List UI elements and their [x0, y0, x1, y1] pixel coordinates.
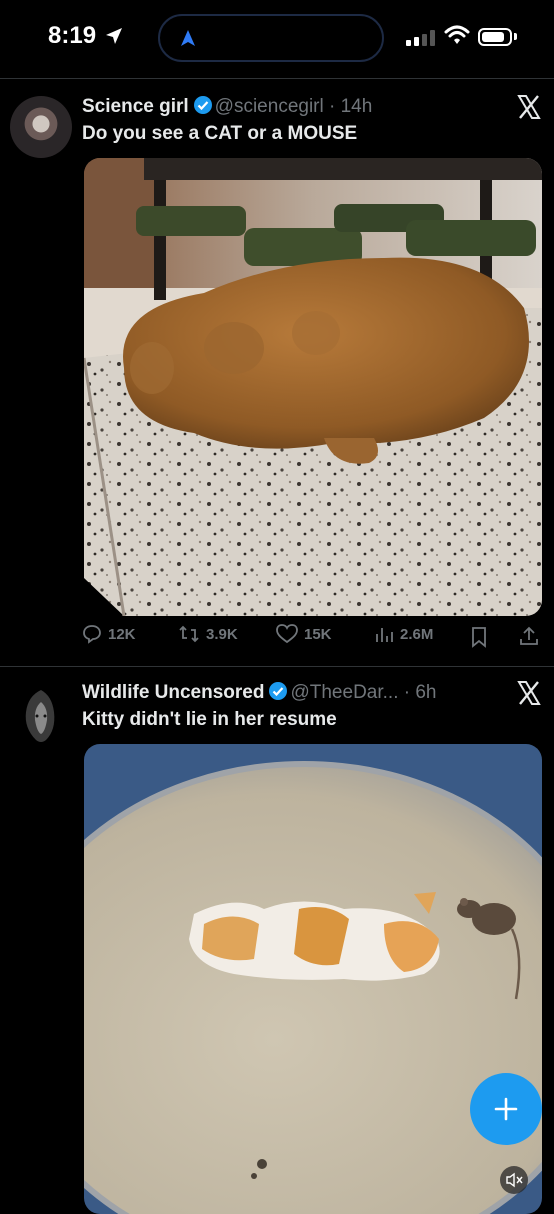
speaker-muted-icon	[506, 1172, 523, 1188]
tweet-header: Wildlife Uncensored @TheeDar... · 6h	[82, 681, 437, 704]
tweet-header: Science girl @sciencegirl · 14h	[82, 95, 372, 118]
share-icon[interactable]	[518, 625, 540, 647]
reply-icon	[83, 625, 101, 644]
reply-count: 12K	[108, 625, 136, 643]
location-arrow-icon	[106, 28, 122, 44]
repost-count: 3.9K	[206, 625, 238, 643]
status-bar: 8:19	[0, 0, 554, 78]
tweet-text: Kitty didn't lie in her resume	[82, 709, 337, 730]
tweet-text: Do you see a CAT or a MOUSE	[82, 123, 358, 144]
like-button[interactable]: 15K	[276, 624, 332, 644]
tweet-age: · 6h	[403, 682, 437, 703]
reply-button[interactable]: 12K	[82, 624, 136, 644]
views-count: 2.6M	[400, 625, 434, 643]
divider	[0, 666, 554, 667]
status-time: 8:19	[48, 22, 97, 49]
display-name[interactable]: Wildlife Uncensored	[82, 682, 264, 703]
tweet-age: · 14h	[329, 96, 373, 117]
wifi-icon	[444, 25, 470, 44]
handle[interactable]: @TheeDar...	[290, 682, 398, 703]
plus-icon	[494, 1097, 518, 1121]
handle[interactable]: @sciencegirl	[215, 96, 324, 117]
mute-button[interactable]	[500, 1166, 528, 1194]
close-icon[interactable]	[516, 680, 542, 706]
navigation-arrow-icon	[181, 30, 195, 46]
potato-photo	[84, 158, 542, 616]
bookmark-icon[interactable]	[470, 626, 488, 648]
views-button[interactable]: 2.6M	[374, 624, 433, 644]
close-icon[interactable]	[516, 94, 542, 120]
tweet-media-photo[interactable]	[84, 158, 542, 616]
tweet-actions: 12K 3.9K 15K 2.6M	[82, 624, 542, 652]
repost-button[interactable]: 3.9K	[178, 624, 238, 644]
repost-icon	[179, 625, 199, 643]
display-name[interactable]: Science girl	[82, 96, 189, 117]
verified-badge-icon	[269, 682, 288, 700]
compose-button[interactable]	[470, 1073, 542, 1145]
divider	[0, 78, 554, 79]
avatar[interactable]	[10, 96, 72, 158]
battery-icon	[478, 28, 512, 46]
avatar[interactable]	[10, 684, 72, 746]
verified-badge-icon	[193, 96, 212, 114]
signal-icon	[406, 30, 436, 46]
like-count: 15K	[304, 625, 332, 643]
lion-avatar-image	[25, 690, 55, 742]
tweet-media-video[interactable]	[84, 744, 542, 1214]
kitten-mouse-video-frame	[84, 744, 542, 1214]
dynamic-island[interactable]	[158, 14, 384, 62]
heart-icon	[276, 624, 298, 644]
views-icon	[376, 628, 393, 642]
